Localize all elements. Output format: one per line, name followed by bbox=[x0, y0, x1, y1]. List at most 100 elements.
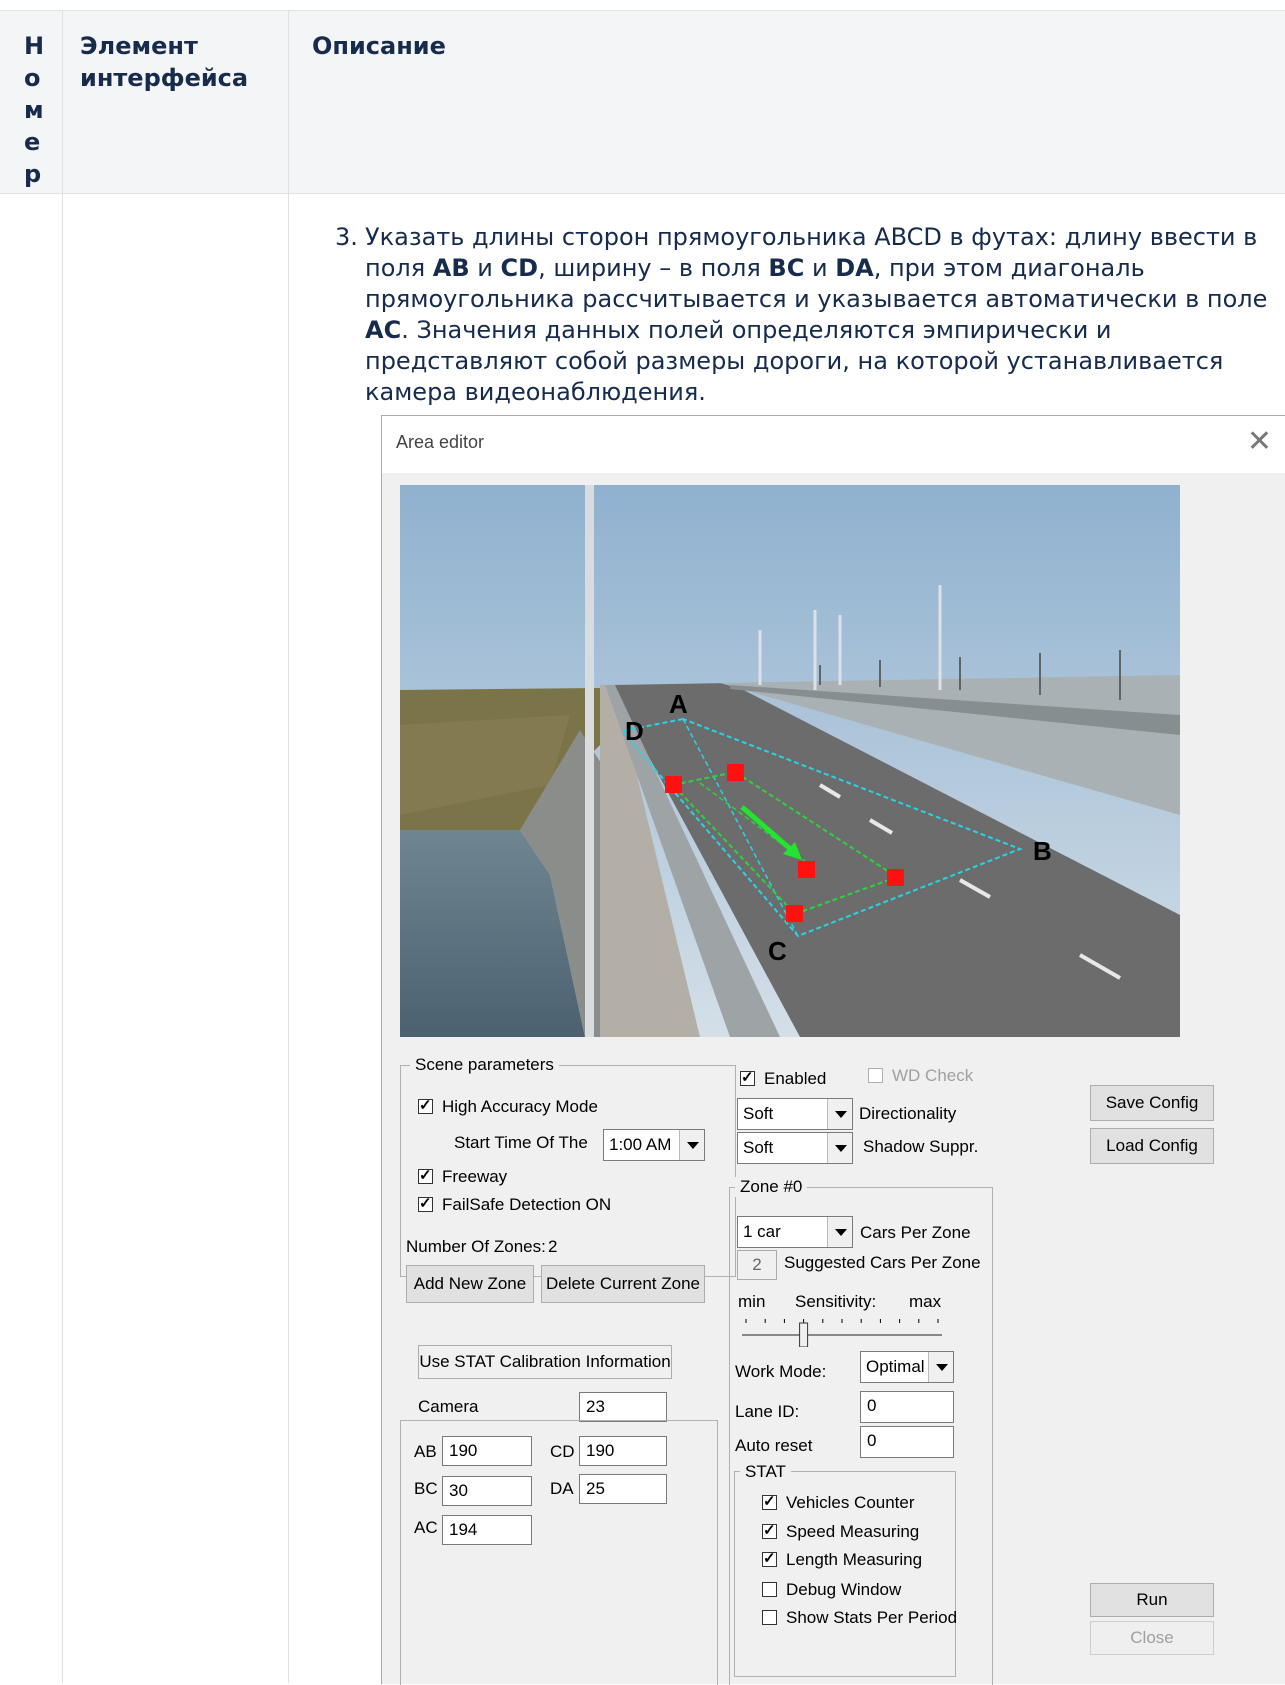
start-time-select[interactable]: 1:00 AM bbox=[603, 1129, 705, 1161]
start-time-label: Start Time Of The bbox=[454, 1133, 588, 1152]
column-divider bbox=[288, 10, 289, 1683]
zones-count-value: 2 bbox=[548, 1237, 558, 1256]
bc-label: BC bbox=[414, 1479, 438, 1498]
zone-handle[interactable] bbox=[665, 776, 682, 793]
chevron-down-icon[interactable] bbox=[827, 1217, 852, 1247]
field-name: AB bbox=[432, 254, 470, 282]
header-number-letter: р bbox=[24, 160, 42, 188]
load-config-button[interactable]: Load Config bbox=[1090, 1128, 1214, 1164]
cd-label: CD bbox=[550, 1442, 575, 1461]
step-description: 3. Указать длины сторон прямоугольника A… bbox=[335, 222, 1275, 408]
directionality-label: Directionality bbox=[859, 1104, 957, 1123]
freeway-label: Freeway bbox=[442, 1167, 508, 1186]
ac-label: AC bbox=[414, 1518, 438, 1537]
header-number-letter: о bbox=[24, 64, 41, 92]
corner-label-a: A bbox=[669, 689, 688, 719]
suggested-cars-label: Suggested Cars Per Zone bbox=[784, 1253, 981, 1272]
header-element-line: интерфейса bbox=[80, 64, 249, 92]
da-label: DA bbox=[550, 1479, 574, 1498]
zones-count-label: Number Of Zones: bbox=[406, 1237, 546, 1256]
vehicles-counter-checkbox[interactable] bbox=[762, 1492, 777, 1510]
enabled-checkbox[interactable] bbox=[740, 1068, 755, 1086]
zone-handle[interactable] bbox=[727, 764, 744, 781]
start-time-value: 1:00 AM bbox=[609, 1135, 672, 1154]
field-name: CD bbox=[500, 254, 539, 282]
chevron-down-icon[interactable] bbox=[827, 1133, 852, 1163]
debug-window-label: Debug Window bbox=[786, 1580, 902, 1599]
corner-label-c: C bbox=[768, 936, 787, 966]
use-stat-calibration-button[interactable]: Use STAT Calibration Information bbox=[418, 1345, 672, 1379]
work-mode-value: Optimal bbox=[866, 1357, 925, 1376]
shadow-label: Shadow Suppr. bbox=[863, 1137, 979, 1156]
length-measuring-label: Length Measuring bbox=[786, 1550, 923, 1569]
close-button[interactable]: Close bbox=[1090, 1621, 1214, 1655]
field-name: AC bbox=[365, 316, 402, 344]
vehicles-counter-label: Vehicles Counter bbox=[786, 1493, 915, 1512]
add-zone-button[interactable]: Add New Zone bbox=[406, 1265, 534, 1303]
failsafe-checkbox[interactable] bbox=[418, 1194, 433, 1212]
sensitivity-min-label: min bbox=[738, 1292, 766, 1311]
slider-thumb[interactable] bbox=[799, 1322, 809, 1348]
field-name: BC bbox=[768, 254, 805, 282]
ab-label: AB bbox=[414, 1442, 437, 1461]
work-mode-label: Work Mode: bbox=[735, 1362, 827, 1381]
chevron-down-icon[interactable] bbox=[827, 1099, 852, 1129]
da-field[interactable]: 25 bbox=[579, 1474, 667, 1504]
step-number: 3. bbox=[335, 223, 358, 251]
header-number: Н о м е р bbox=[24, 30, 44, 190]
cars-per-zone-select[interactable]: 1 car bbox=[737, 1216, 853, 1248]
debug-window-checkbox[interactable] bbox=[762, 1582, 777, 1597]
ac-field[interactable]: 194 bbox=[442, 1515, 532, 1545]
chevron-down-icon[interactable] bbox=[679, 1130, 704, 1160]
save-config-button[interactable]: Save Config bbox=[1090, 1085, 1214, 1121]
area-editor-dialog: Area editor ✕ A B C D Scene parameters ✓… bbox=[381, 415, 1285, 1685]
header-number-letter: е bbox=[24, 128, 41, 156]
scene-parameters-legend: Scene parameters bbox=[410, 1055, 559, 1075]
cars-per-zone-value: 1 car bbox=[743, 1222, 781, 1241]
zone-handle[interactable] bbox=[786, 905, 803, 922]
lane-id-field[interactable]: 0 bbox=[860, 1391, 954, 1423]
sensitivity-slider[interactable] bbox=[742, 1313, 942, 1348]
auto-reset-label: Auto reset bbox=[735, 1436, 813, 1455]
stats-per-period-checkbox[interactable] bbox=[762, 1610, 777, 1625]
length-measuring-checkbox[interactable] bbox=[762, 1549, 777, 1567]
field-name: DA bbox=[835, 254, 874, 282]
zone-handle[interactable] bbox=[887, 869, 904, 886]
zone-handle[interactable] bbox=[798, 861, 815, 878]
header-number-letter: Н bbox=[24, 32, 45, 60]
wd-check-checkbox[interactable] bbox=[868, 1068, 883, 1083]
directionality-value: Soft bbox=[743, 1104, 774, 1123]
lane-id-label: Lane ID: bbox=[735, 1402, 800, 1421]
freeway-checkbox[interactable] bbox=[418, 1166, 433, 1184]
cd-field[interactable]: 190 bbox=[579, 1436, 667, 1466]
column-divider bbox=[62, 10, 63, 1683]
speed-measuring-checkbox[interactable] bbox=[762, 1521, 777, 1539]
auto-reset-field[interactable]: 0 bbox=[860, 1426, 954, 1458]
camera-view[interactable]: A B C D bbox=[400, 485, 1180, 1037]
failsafe-label: FailSafe Detection ON bbox=[442, 1195, 612, 1214]
close-icon[interactable]: ✕ bbox=[1247, 424, 1272, 459]
camera-frame: A B C D bbox=[400, 485, 1180, 1037]
bc-field[interactable]: 30 bbox=[442, 1476, 532, 1506]
header-element-line: Элемент bbox=[80, 32, 198, 60]
cars-per-zone-label: Cars Per Zone bbox=[860, 1223, 971, 1242]
sensitivity-track bbox=[742, 1319, 942, 1348]
corner-label-b: B bbox=[1033, 836, 1052, 866]
run-button[interactable]: Run bbox=[1090, 1583, 1214, 1617]
stats-per-period-label: Show Stats Per Period bbox=[786, 1608, 958, 1627]
ab-field[interactable]: 190 bbox=[442, 1436, 532, 1466]
high-accuracy-checkbox[interactable] bbox=[418, 1096, 433, 1114]
speed-measuring-label: Speed Measuring bbox=[786, 1522, 920, 1541]
corner-label-d: D bbox=[625, 716, 644, 746]
wd-check-label: WD Check bbox=[892, 1066, 974, 1085]
step-text: Указать длины сторон прямоугольника ABCD… bbox=[365, 223, 1268, 406]
shadow-select[interactable]: Soft bbox=[737, 1132, 853, 1164]
chevron-down-icon[interactable] bbox=[928, 1352, 953, 1382]
directionality-select[interactable]: Soft bbox=[737, 1098, 853, 1130]
delete-zone-button[interactable]: Delete Current Zone bbox=[541, 1265, 705, 1303]
camera-label: Camera bbox=[418, 1397, 479, 1416]
camera-field[interactable]: 23 bbox=[579, 1392, 667, 1422]
work-mode-select[interactable]: Optimal bbox=[860, 1351, 954, 1383]
zone-legend: Zone #0 bbox=[735, 1177, 808, 1197]
dialog-title: Area editor bbox=[396, 432, 485, 452]
